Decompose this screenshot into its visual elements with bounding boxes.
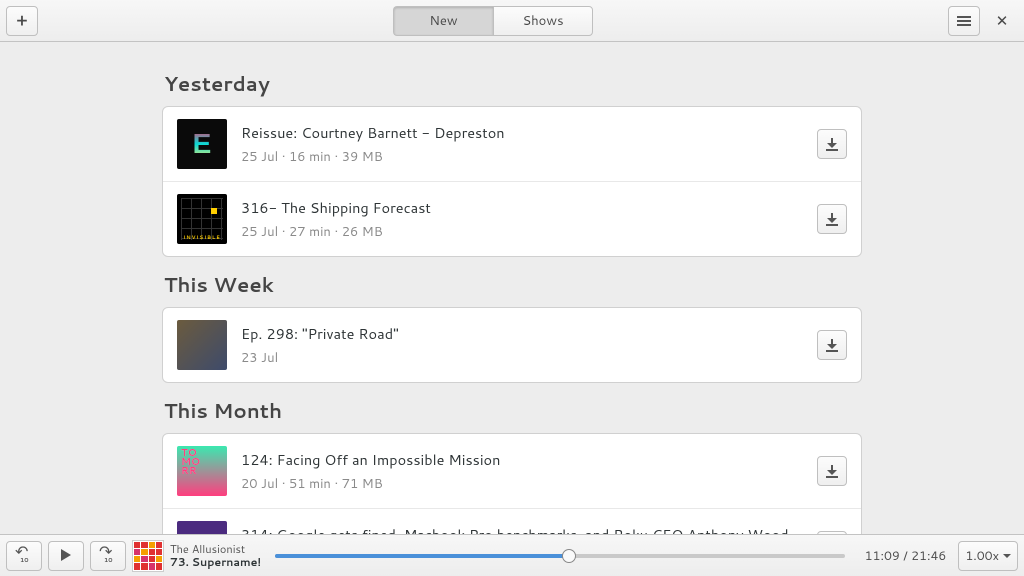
download-icon: [826, 138, 838, 150]
section-title: This Week: [164, 271, 862, 299]
episode-row[interactable]: INVISIBLE 316- The Shipping Forecast 25 …: [163, 181, 861, 256]
episode-artwork: INVISIBLE: [177, 194, 227, 244]
episode-meta: 23 Jul: [241, 349, 803, 367]
chevron-down-icon: [1003, 547, 1011, 565]
time-display: 11:09 / 21:46: [865, 547, 947, 565]
seek-slider[interactable]: [275, 546, 845, 566]
add-button[interactable]: [6, 6, 38, 36]
episode-artwork: VERGECAST: [177, 521, 227, 534]
section-card: E Reissue: Courtney Barnett - Depreston …: [162, 106, 862, 257]
section-title: This Month: [164, 397, 862, 425]
section-card: TOMORR 124: Facing Off an Impossible Mis…: [162, 433, 862, 534]
episode-meta: 25 Jul · 16 min · 39 MB: [241, 148, 803, 166]
episode-title: 314: Google gets fined, Macbook Pro benc…: [241, 524, 803, 534]
tab-new[interactable]: New: [393, 6, 493, 36]
seek-forward-button[interactable]: 10: [90, 541, 126, 571]
download-button[interactable]: [817, 204, 847, 234]
episode-meta: 20 Jul · 51 min · 71 MB: [241, 475, 803, 493]
close-icon: [996, 10, 1009, 31]
episode-artwork: [177, 320, 227, 370]
episode-title: 316- The Shipping Forecast: [241, 197, 803, 218]
seek-thumb[interactable]: [562, 549, 576, 563]
episode-row[interactable]: TOMORR 124: Facing Off an Impossible Mis…: [163, 434, 861, 508]
menu-button[interactable]: [948, 6, 980, 36]
episode-artwork: E: [177, 119, 227, 169]
playback-speed-button[interactable]: 1.00x: [958, 541, 1018, 571]
download-button[interactable]: [817, 330, 847, 360]
episode-list-scroll[interactable]: Yesterday E Reissue: Courtney Barnett - …: [0, 42, 1024, 534]
play-button[interactable]: [48, 541, 84, 571]
hamburger-icon: [957, 20, 971, 22]
episode-title: Reissue: Courtney Barnett - Depreston: [241, 122, 803, 143]
episode-row[interactable]: Ep. 298: "Private Road" 23 Jul: [163, 308, 861, 382]
episode-row[interactable]: E Reissue: Courtney Barnett - Depreston …: [163, 107, 861, 181]
download-button[interactable]: [817, 129, 847, 159]
player-bar: 10 10 The Allusionist 73. Supername! 11:…: [0, 534, 1024, 576]
section-card: Ep. 298: "Private Road" 23 Jul: [162, 307, 862, 383]
header-bar: New Shows: [0, 0, 1024, 42]
view-switcher: New Shows: [393, 6, 593, 36]
seek-back-icon: 10: [15, 548, 33, 564]
download-icon: [826, 465, 838, 477]
close-button[interactable]: [986, 6, 1018, 36]
episode-artwork: TOMORR: [177, 446, 227, 496]
now-playing-artwork: [132, 540, 164, 572]
now-playing-title: 73. Supername!: [170, 556, 261, 568]
episode-title: Ep. 298: "Private Road": [241, 323, 803, 344]
plus-icon: [17, 9, 28, 32]
now-playing-info: The Allusionist 73. Supername!: [170, 543, 261, 567]
seek-forward-icon: 10: [99, 548, 117, 564]
episode-row[interactable]: VERGECAST 314: Google gets fined, Macboo…: [163, 508, 861, 534]
download-icon: [826, 339, 838, 351]
episode-meta: 25 Jul · 27 min · 26 MB: [241, 223, 803, 241]
section-title: Yesterday: [164, 70, 862, 98]
tab-shows[interactable]: Shows: [493, 6, 593, 36]
play-icon: [61, 546, 71, 566]
episode-title: 124: Facing Off an Impossible Mission: [241, 449, 803, 470]
download-button[interactable]: [817, 456, 847, 486]
download-icon: [826, 213, 838, 225]
seek-back-button[interactable]: 10: [6, 541, 42, 571]
